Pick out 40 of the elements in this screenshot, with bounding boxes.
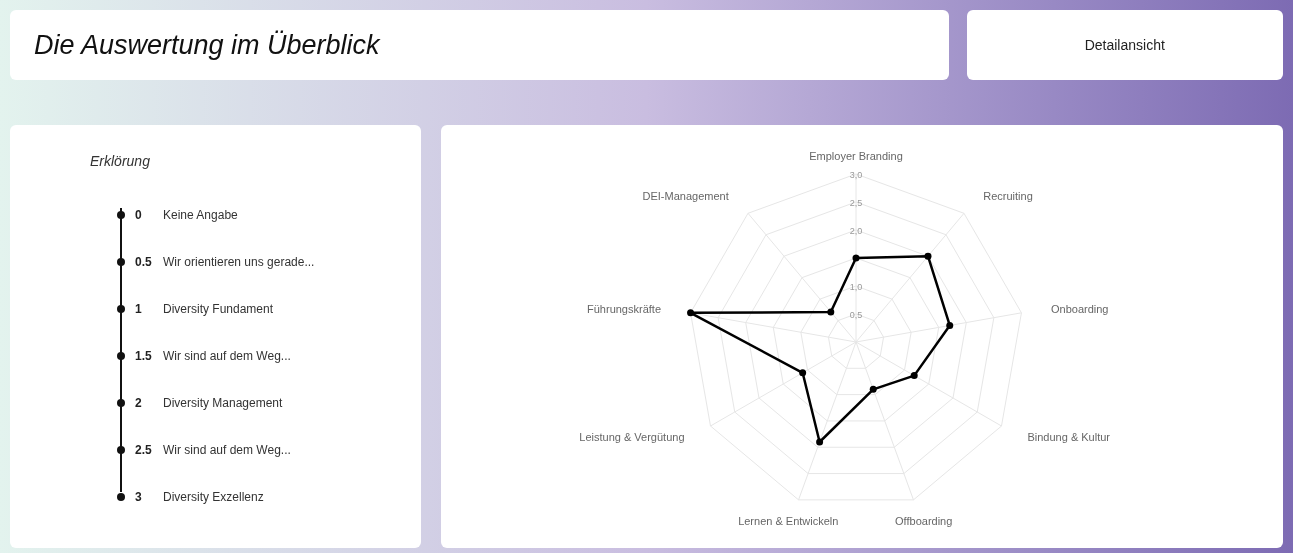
tick-label: 1,0 [849,282,863,292]
level-label: Diversity Fundament [163,301,274,318]
page-title: Die Auswertung im Überblick [34,28,380,62]
tick-label: 2,5 [849,198,863,208]
data-point [852,254,860,262]
axis-label: Führungskräfte [587,303,661,315]
level-value: 3 [135,489,143,506]
data-point [816,438,824,446]
tick-label: 3,0 [849,170,863,180]
level-label: Diversity Management [163,395,283,412]
level-label: Diversity Exzellenz [163,489,264,506]
level-label: Wir sind auf dem Weg... [163,348,291,365]
level-value: 2.5 [135,442,153,459]
level-label: Keine Angabe [163,207,238,224]
tick-label: 2,0 [849,226,863,236]
data-point [687,309,695,317]
level-value: 0.5 [135,254,153,271]
level-value: 1.5 [135,348,153,365]
data-point [827,308,835,316]
level-label: Wir orientieren uns gerade... [163,254,315,271]
level-value: 2 [135,395,143,412]
axis-label: Leistung & Vergütung [579,431,685,443]
legend-title: Erklörung [90,152,150,171]
data-point [924,252,932,260]
level-value: 1 [135,301,143,318]
axis-label: Lernen & Entwickeln [738,514,839,527]
detail-button[interactable]: Detailansicht [966,10,1283,80]
data-point [799,369,807,377]
data-point [910,372,918,380]
level-label: Wir sind auf dem Weg... [163,442,291,459]
axis-label: Offboarding [895,514,953,527]
tick-label: 0,5 [849,310,863,320]
axis-label: Onboarding [1051,303,1109,315]
axis-label: Bindung & Kultur [1027,431,1111,443]
axis-label: DEI-Management [642,190,729,203]
axis-label: Recruiting [983,190,1033,203]
data-point [946,321,954,329]
axis-label: Employer Branding [809,150,903,162]
level-value: 0 [135,207,143,224]
data-point [869,385,877,393]
